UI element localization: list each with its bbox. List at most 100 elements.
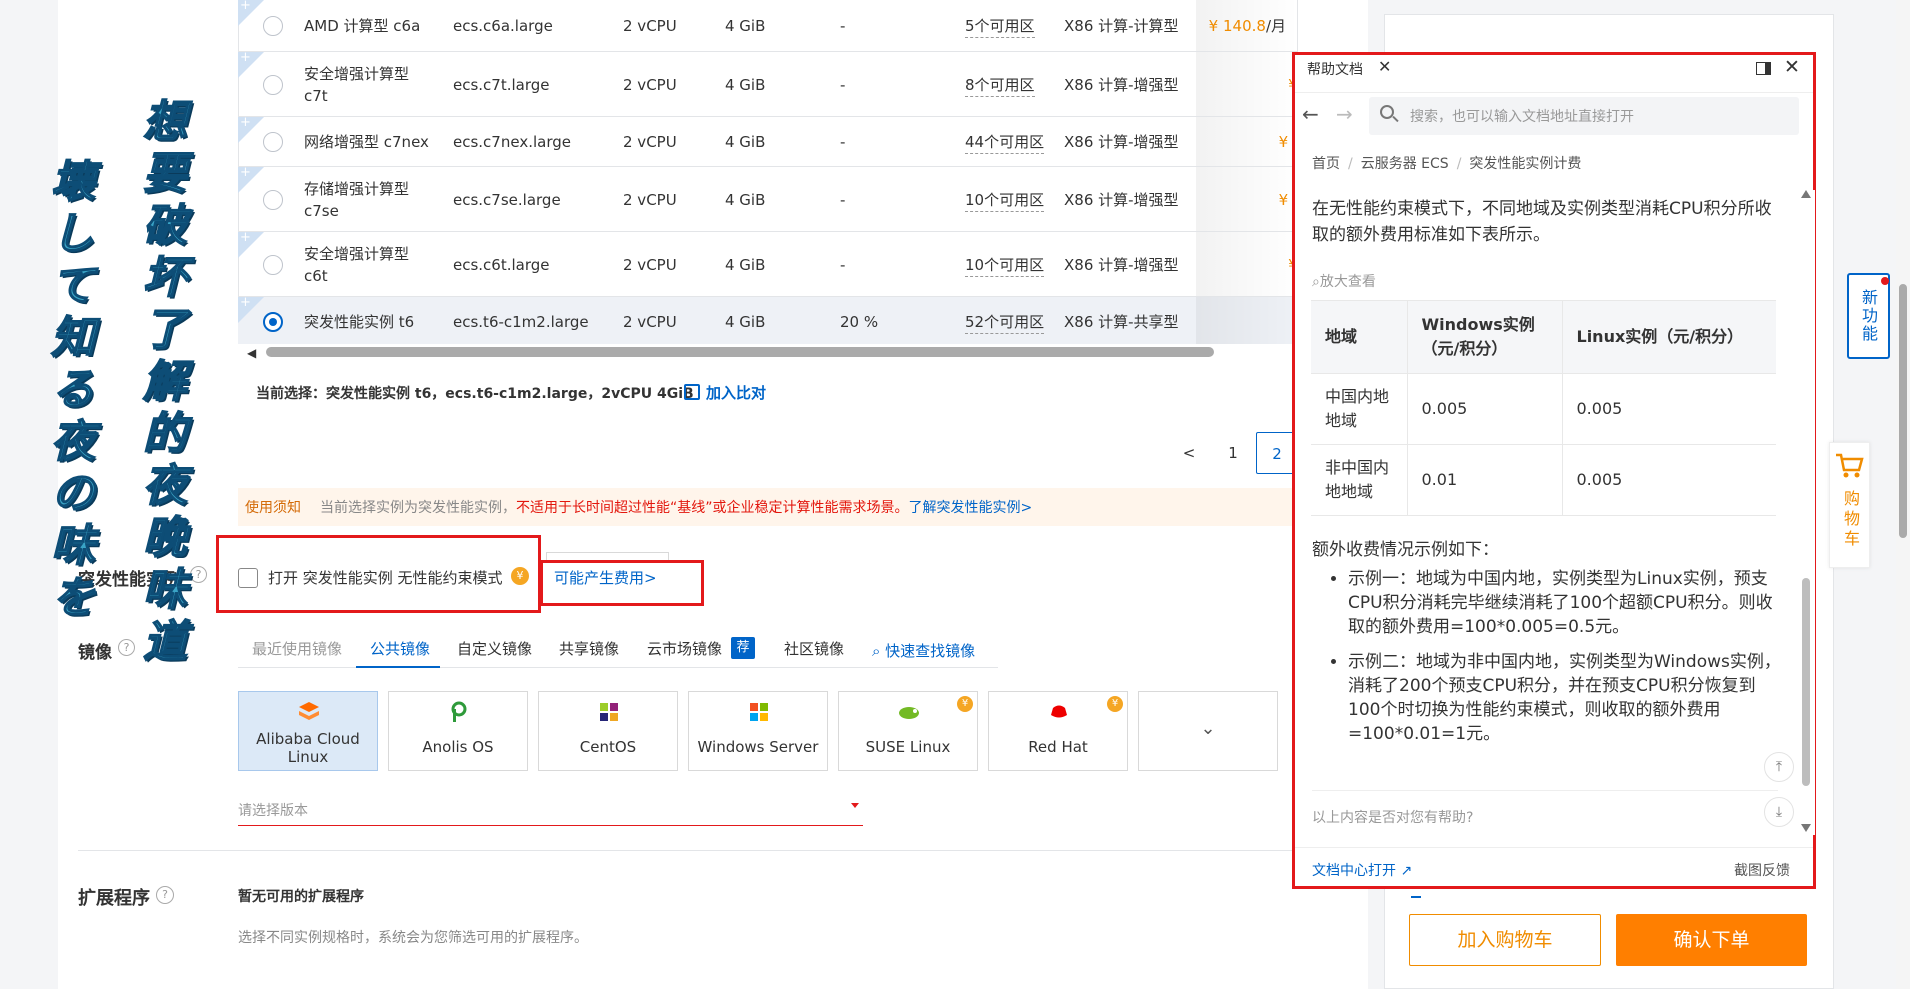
instance-radio[interactable] <box>263 255 283 275</box>
table-cell: 0.01 <box>1407 444 1563 516</box>
scroll-down-arrow-icon[interactable] <box>1801 824 1811 832</box>
compare-icon[interactable] <box>684 384 700 400</box>
page-scrollbar-thumb[interactable] <box>1899 284 1907 538</box>
burst-help-icon[interactable]: ? <box>190 566 207 583</box>
instance-radio[interactable] <box>263 16 283 36</box>
tab-marketplace-images[interactable]: 云市场镜像 <box>647 638 722 659</box>
baseline-performance: - <box>840 191 846 209</box>
pagination: < 1 2 <box>1168 432 1298 474</box>
add-compare-label: 加入比对 <box>706 384 767 402</box>
scroll-left-arrow-icon[interactable]: ◀ <box>247 346 256 360</box>
possible-fee-link[interactable]: 可能产生费用> <box>554 567 657 588</box>
instance-radio[interactable] <box>263 312 283 332</box>
tab-shared-images[interactable]: 共享镜像 <box>559 638 619 659</box>
extra-fee-heading: 额外收费情况示例如下： <box>1312 540 1499 560</box>
add-icon: + <box>240 295 251 310</box>
open-in-doc-center-link[interactable]: 文档中心打开 ↗ <box>1312 860 1412 880</box>
instance-price: ¥ 140.8/月 <box>1209 15 1286 37</box>
instance-family: 突发性能实例 t6 <box>304 313 415 331</box>
example-list: 示例一：地域为中国内地，实例类型为Linux实例，预支CPU积分消耗完毕继续消耗… <box>1312 567 1782 757</box>
extension-help-icon[interactable]: ? <box>156 886 174 904</box>
tab-recent-images[interactable]: 最近使用镜像 <box>252 638 342 659</box>
search-icon: ⌕ <box>872 642 886 660</box>
scroll-to-bottom-icon[interactable]: ⤓ <box>1764 797 1794 827</box>
vcpu-count: 2 vCPU <box>623 133 677 151</box>
zone-count: 44个可用区 <box>965 131 1045 154</box>
instance-family: 安全增强计算型 <box>304 65 410 83</box>
instance-radio[interactable] <box>263 75 283 95</box>
add-icon: + <box>240 50 251 65</box>
chevron-down-icon: ⌄ <box>1200 718 1216 739</box>
os-name: Red Hat <box>1028 738 1088 756</box>
tab-community-images[interactable]: 社区镜像 <box>784 638 844 659</box>
version-select[interactable] <box>238 796 863 826</box>
instance-family: 存储增强计算型 <box>304 180 410 198</box>
tab-custom-images[interactable]: 自定义镜像 <box>457 638 532 659</box>
table-cell: 0.005 <box>1407 373 1563 445</box>
table-row[interactable]: + 安全增强计算型 c7t ecs.c7t.large 2 vCPU 4 GiB - 8个可用… <box>238 50 1312 117</box>
os-card-alibaba-cloud-linux[interactable]: Alibaba Cloud Linux <box>238 691 378 771</box>
unlimited-mode-checkbox[interactable] <box>238 568 258 588</box>
tab-public-images[interactable]: 公共镜像 <box>370 638 430 659</box>
zoom-icon: ⌕ <box>1312 274 1320 290</box>
instance-family: 安全增强计算型 <box>304 245 410 263</box>
table-scrollbar-thumb[interactable] <box>266 347 1214 357</box>
instance-family: AMD 计算型 c6a <box>304 17 421 35</box>
os-card-windows-server[interactable]: Windows Server <box>688 691 828 771</box>
table-cell: 0.005 <box>1562 373 1776 445</box>
scroll-to-top-icon[interactable]: ⤒ <box>1764 752 1794 782</box>
close-panel-icon[interactable]: ✕ <box>1784 56 1800 78</box>
help-scrollbar-thumb[interactable] <box>1802 578 1810 786</box>
os-card-red-hat[interactable]: ¥ Red Hat <box>988 691 1128 771</box>
instance-radio[interactable] <box>263 190 283 210</box>
os-card-centos[interactable]: CentOS <box>538 691 678 771</box>
unlimited-mode-label[interactable]: 打开 突发性能实例 无性能约束模式 <box>268 567 503 588</box>
learn-burst-link[interactable]: 了解突发性能实例> <box>909 500 1033 516</box>
instance-spec: ecs.c7t.large <box>453 76 550 94</box>
back-arrow-icon[interactable]: ← <box>1302 102 1319 126</box>
table-row[interactable]: + 安全增强计算型 c6t ecs.c6t.large 2 vCPU 4 GiB - 10个可… <box>238 230 1312 297</box>
instance-family: 网络增强型 c7nex <box>304 133 429 151</box>
row-shadow <box>1196 297 1298 345</box>
breadcrumb-ecs[interactable]: 云服务器 ECS <box>1361 156 1449 172</box>
baseline-performance: - <box>840 17 846 35</box>
table-row: 中国内地地域 0.005 0.005 <box>1311 373 1776 445</box>
add-compare-button[interactable]: 加入比对 <box>706 382 766 403</box>
scroll-up-arrow-icon[interactable] <box>1801 190 1811 198</box>
confirm-order-button[interactable]: 确认下单 <box>1616 914 1807 966</box>
memory-size: 4 GiB <box>725 313 766 331</box>
forward-arrow-icon[interactable]: → <box>1336 102 1353 126</box>
page-1-button[interactable]: 1 <box>1212 432 1254 474</box>
baseline-performance: 20 % <box>840 313 879 331</box>
close-icon[interactable]: ✕ <box>1378 57 1391 76</box>
prev-page-button[interactable]: < <box>1168 432 1210 474</box>
table-row[interactable]: + 网络增强型 c7nex ecs.c7nex.large 2 vCPU 4 GiB - 4… <box>238 115 1312 167</box>
memory-size: 4 GiB <box>725 76 766 94</box>
add-to-cart-button[interactable]: 加入购物车 <box>1409 914 1601 966</box>
zone-count: 52个可用区 <box>965 311 1045 334</box>
list-item: 示例一：地域为中国内地，实例类型为Linux实例，预支CPU积分消耗完毕继续消耗… <box>1348 567 1782 639</box>
screenshot-feedback-link[interactable]: 截图反馈 <box>1734 860 1790 880</box>
architecture-type: X86 计算-计算型 <box>1064 17 1179 35</box>
os-card-suse-linux[interactable]: ¥ SUSE Linux <box>838 691 978 771</box>
breadcrumb-home[interactable]: 首页 <box>1312 156 1340 172</box>
table-row[interactable]: + 突发性能实例 t6 ecs.t6-c1m2.large 2 vCPU 4 GiB 20… <box>238 295 1312 346</box>
table-row[interactable]: + AMD 计算型 c6a ecs.c6a.large 2 vCPU 4 GiB - 5个可… <box>238 0 1298 52</box>
alibaba-cloud-icon <box>297 700 321 724</box>
zoom-view-link[interactable]: ⌕放大查看 <box>1312 271 1376 291</box>
table-row[interactable]: + 存储增强计算型 c7se ecs.c7se.large 2 vCPU 4 GiB - 10… <box>238 165 1312 232</box>
add-icon: + <box>240 165 251 180</box>
new-feature-button[interactable]: 新功能 <box>1847 273 1890 359</box>
vcpu-count: 2 vCPU <box>623 191 677 209</box>
quick-find-label: 快速查找镜像 <box>885 642 976 660</box>
instance-radio[interactable] <box>263 132 283 152</box>
section-divider <box>78 850 1298 851</box>
quick-find-image-link[interactable]: ⌕ 快速查找镜像 <box>872 640 975 661</box>
os-card-anolis[interactable]: Anolis OS <box>388 691 528 771</box>
dock-panel-icon[interactable] <box>1756 62 1771 75</box>
help-search-placeholder: 搜索，也可以输入文档地址直接打开 <box>1410 109 1634 125</box>
os-more-dropdown[interactable]: ⌄ <box>1138 691 1278 771</box>
help-intro-text: 在无性能约束模式下，不同地域及实例类型消耗CPU积分所收取的额外费用标准如下表所… <box>1312 199 1772 245</box>
add-icon: + <box>240 0 251 13</box>
help-doc-tab[interactable]: 帮助文档 <box>1307 59 1363 79</box>
